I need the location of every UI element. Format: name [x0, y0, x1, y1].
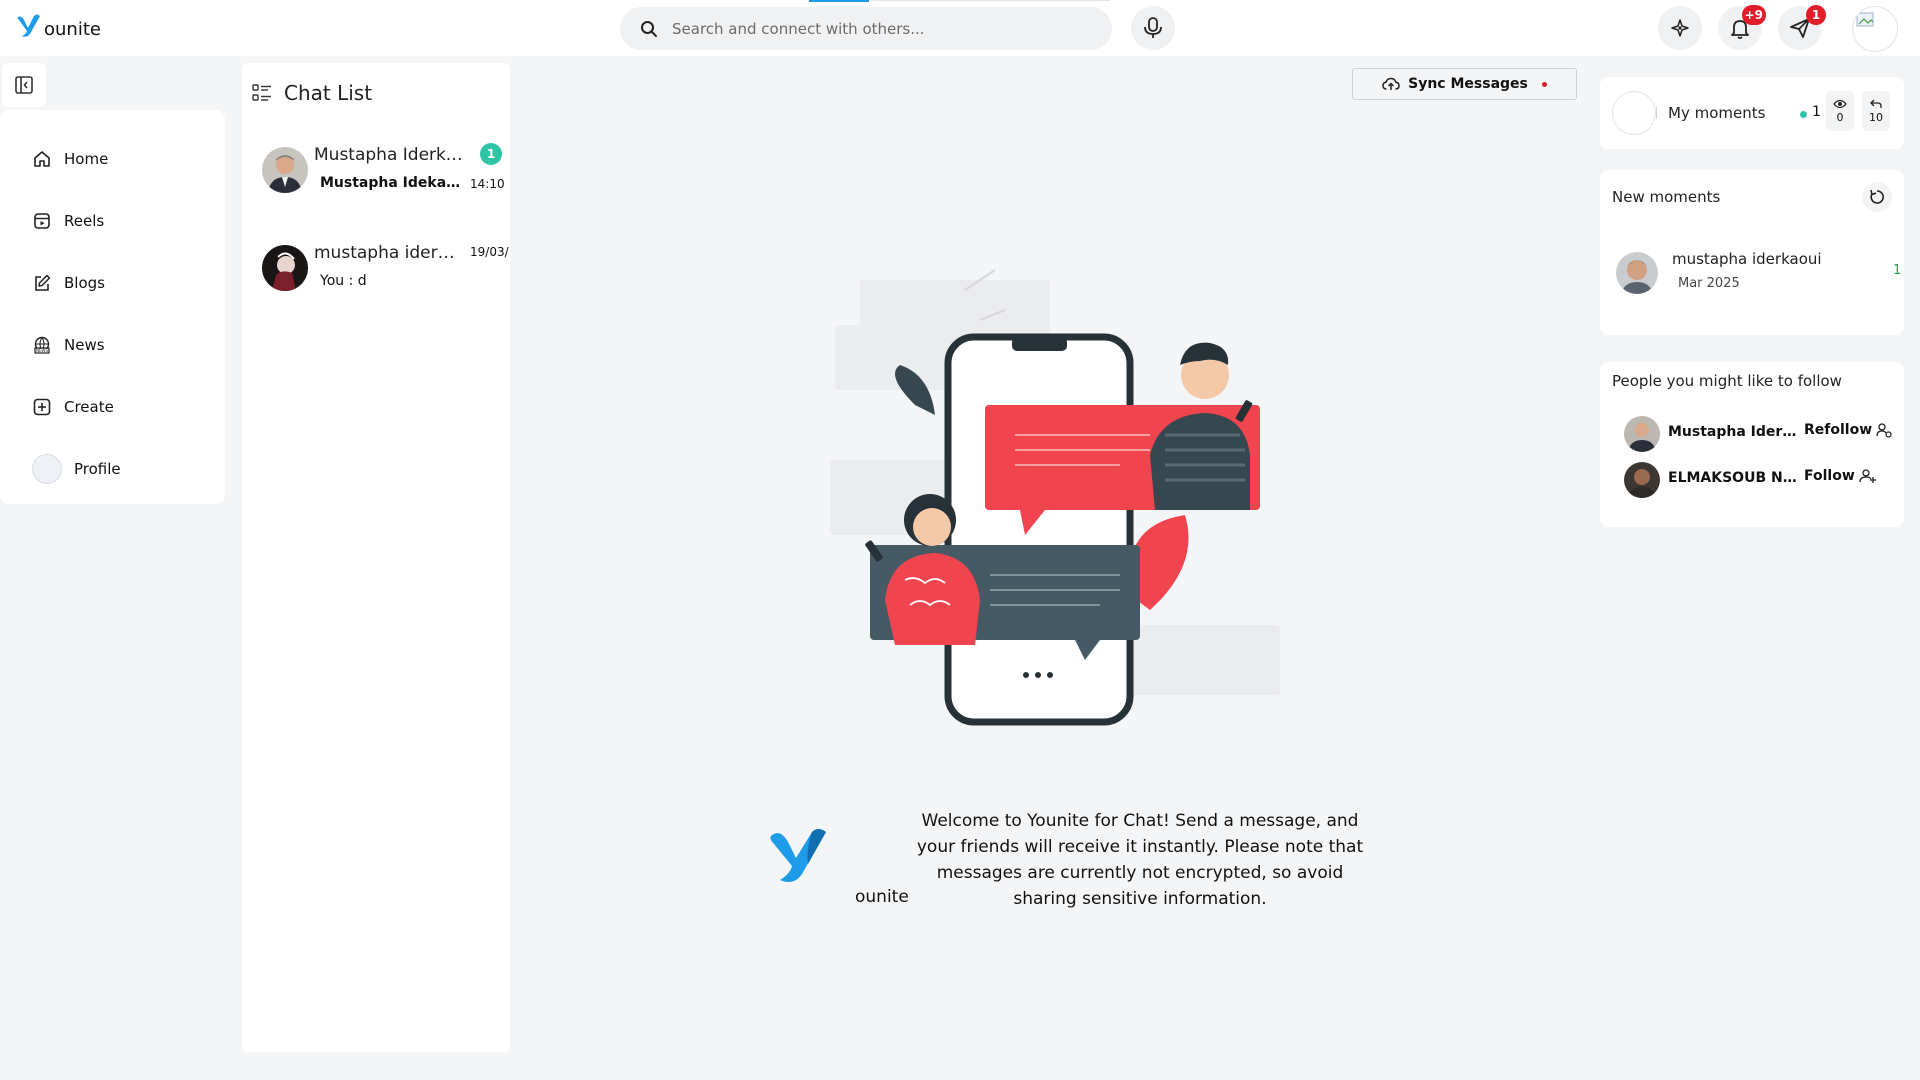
sync-status-dot [1541, 81, 1547, 87]
chat-timestamp: 14:10 [470, 177, 505, 191]
sidebar-item-label: Blogs [64, 274, 105, 292]
notifications-badge: +9 [1741, 5, 1766, 25]
divider [1656, 107, 1657, 119]
sync-messages-button[interactable]: Sync Messages [1352, 68, 1577, 100]
sync-messages-label: Sync Messages [1408, 76, 1528, 92]
avatar [262, 245, 308, 291]
user-plus-icon [1859, 469, 1876, 483]
suggested-follows-card: People you might like to follow Mustapha… [1600, 362, 1904, 527]
sidebar-item-home[interactable]: Home [0, 128, 225, 190]
search-icon [641, 20, 657, 37]
suggestion-name[interactable]: ELMAKSOUB NOUREDDINE [1668, 470, 1798, 486]
suggestion-row: Mustapha Iderkaoui Refollow [1624, 414, 1900, 454]
ai-assistant-button[interactable] [1658, 6, 1702, 50]
suggestion-row: ELMAKSOUB NOUREDDINE Follow [1624, 460, 1900, 500]
sidebar-item-profile[interactable]: Profile [0, 438, 225, 500]
active-indicator [809, 0, 869, 2]
new-moments-card: New moments mustapha iderkaoui Mar 2025 … [1600, 170, 1904, 335]
news-icon: NEWS [34, 336, 50, 354]
my-moments-label: My moments [1668, 104, 1766, 122]
chat-contact-name: mustapha iderkaoui [314, 243, 464, 263]
divider [870, 0, 1110, 1]
mic-icon [1144, 17, 1162, 38]
top-bar: ounite +9 1 [0, 0, 1920, 56]
search-bar[interactable] [620, 7, 1112, 50]
user-check-icon [1876, 423, 1892, 438]
refresh-button[interactable] [1862, 182, 1892, 212]
blog-edit-icon [35, 274, 51, 291]
eye-icon [1833, 99, 1847, 108]
chat-timestamp: 19/03/ [470, 245, 509, 259]
ai-sparkle-icon [1671, 19, 1689, 37]
chat-last-message: You : d [320, 273, 367, 289]
chat-last-message: Mustapha Idekaoui [320, 175, 465, 191]
moment-date: Mar 2025 [1678, 276, 1740, 291]
cloud-upload-icon [1382, 77, 1400, 90]
reels-icon [34, 213, 50, 229]
refresh-icon [1870, 189, 1884, 204]
welcome-message: Welcome to Younite for Chat! Send a mess… [916, 811, 1364, 909]
status-dot [1800, 111, 1807, 118]
follow-button[interactable]: Follow [1804, 468, 1877, 484]
younite-y-icon [17, 14, 40, 37]
sidebar-item-create[interactable]: Create [0, 376, 225, 438]
sidebar-item-label: Create [64, 398, 114, 416]
notifications-button[interactable]: +9 [1718, 5, 1766, 50]
welcome-brand-name: ounite [855, 887, 909, 907]
my-moments-card[interactable]: My moments 1 0 10 [1600, 77, 1904, 149]
sidebar-toggle-icon [15, 76, 33, 94]
svg-text:NEWS: NEWS [36, 348, 48, 353]
avatar [1612, 91, 1656, 135]
new-moments-title: New moments [1612, 188, 1721, 206]
younite-logo-icon [770, 829, 826, 882]
avatar [262, 147, 308, 193]
broken-image-icon [1856, 12, 1874, 27]
sidebar-item-label: Profile [74, 460, 121, 478]
chat-list-header: Chat List [252, 81, 372, 105]
chat-contact-name: Mustapha Iderkaoui [314, 145, 464, 165]
avatar[interactable] [1624, 462, 1660, 498]
voice-search-button[interactable] [1131, 6, 1175, 50]
views-count: 0 [1836, 110, 1844, 124]
shares-count: 10 [1869, 110, 1883, 124]
follow-button-label: Follow [1804, 468, 1855, 484]
sidebar-collapse-button[interactable] [2, 63, 46, 107]
moment-user-name[interactable]: mustapha iderkaoui [1672, 250, 1822, 268]
user-avatar[interactable] [1852, 6, 1898, 52]
list-icon [252, 84, 271, 101]
sidebar-item-label: News [64, 336, 105, 354]
sidebar-item-label: Reels [64, 212, 105, 230]
views-stat[interactable]: 0 [1826, 91, 1854, 131]
search-input[interactable] [672, 19, 1092, 38]
sidebar-item-news[interactable]: NEWS News [0, 314, 225, 376]
my-moments-count: 1 [1812, 104, 1821, 120]
messages-button[interactable]: 1 [1778, 5, 1826, 50]
avatar[interactable] [1624, 416, 1660, 452]
chat-list-panel: Chat List Mustapha Iderkaoui 1 Mustapha … [242, 63, 510, 1052]
chat-list-item[interactable]: mustapha iderkaoui 19/03/ You : d [262, 241, 509, 305]
follow-button-label: Refollow [1804, 422, 1873, 438]
sidebar-item-label: Home [64, 150, 109, 168]
chat-list-title: Chat List [284, 81, 373, 105]
avatar[interactable] [1616, 252, 1658, 294]
refollow-button[interactable]: Refollow [1804, 422, 1892, 438]
avatar [32, 454, 62, 484]
chat-illustration [830, 265, 1280, 726]
moment-count: 1 [1893, 263, 1902, 278]
main-navigation: Home Reels Blogs NEWS News Create Profil… [0, 110, 225, 504]
sidebar-item-reels[interactable]: Reels [0, 190, 225, 252]
home-icon [34, 151, 50, 167]
plus-square-icon [33, 398, 51, 416]
suggestion-name[interactable]: Mustapha Iderkaoui [1668, 424, 1798, 440]
brand-name: ounite [44, 19, 101, 40]
messages-badge: 1 [1806, 5, 1826, 25]
shares-stat[interactable]: 10 [1862, 91, 1890, 131]
unread-count-badge: 1 [480, 143, 502, 165]
brand-logo[interactable]: ounite [16, 14, 101, 40]
sidebar-item-blogs[interactable]: Blogs [0, 252, 225, 314]
chat-list-item[interactable]: Mustapha Iderkaoui 1 Mustapha Idekaoui 1… [262, 143, 505, 207]
reply-arrow-icon [1870, 99, 1882, 108]
suggested-follows-title: People you might like to follow [1612, 372, 1842, 390]
